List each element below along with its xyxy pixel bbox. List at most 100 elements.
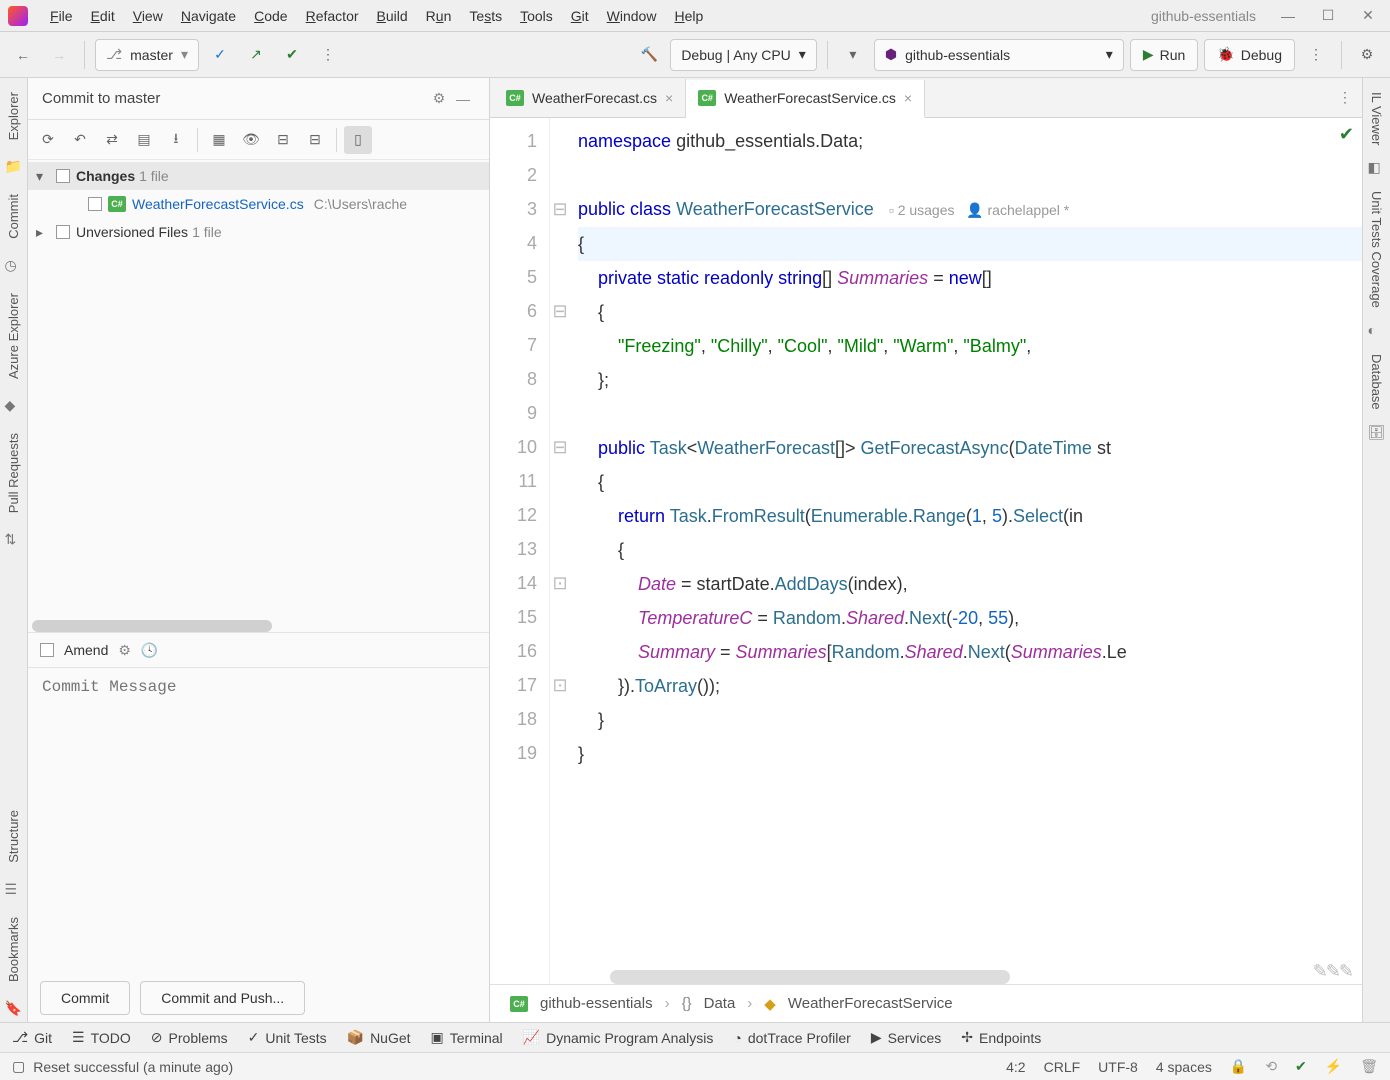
vcs-more-button[interactable]: ⋮ [313,40,343,70]
code-content[interactable]: namespace github_essentials.Data; public… [570,118,1362,984]
readonly-icon[interactable]: 🔒 [1230,1058,1247,1075]
refresh-button[interactable]: ⟳ [34,126,62,154]
tool-services[interactable]: ▶Services [871,1029,941,1046]
folder-icon[interactable]: 📁 [5,158,23,176]
rollback-button[interactable]: ↶ [66,126,94,154]
tab-more-button[interactable]: ⋮ [1328,89,1362,106]
tab-weatherforecastservice[interactable]: C# WeatherForecastService.cs × [686,80,925,118]
tool-problems[interactable]: ⊘Problems [151,1029,228,1046]
tool-dottrace[interactable]: ◔dotTrace Profiler [733,1030,850,1046]
minimize-button[interactable]: — [1280,8,1296,24]
horizontal-scrollbar[interactable] [32,620,272,632]
menu-build[interactable]: Build [369,5,416,27]
close-tab-button[interactable]: × [665,90,673,106]
menu-help[interactable]: Help [666,5,711,27]
debug-button[interactable]: 🐞 Debug [1204,39,1295,71]
structure-icon[interactable]: ☰ [5,881,23,899]
tool-azure[interactable]: Azure Explorer [4,283,23,389]
cursor-position[interactable]: 4:2 [1006,1059,1025,1075]
build-button[interactable]: 🔨 [634,40,664,70]
tool-unit-tests[interactable]: ✓Unit Tests [248,1029,327,1046]
close-button[interactable]: ✕ [1360,8,1376,24]
menu-file[interactable]: File [42,5,81,27]
tool-dpa[interactable]: 📈Dynamic Program Analysis [523,1029,714,1046]
shelve-button[interactable]: ⭳ [162,126,190,154]
tool-unit-tests-coverage[interactable]: Unit Tests Coverage [1367,181,1386,318]
run-config[interactable]: ⬢ github-essentials ▾ [874,39,1124,71]
show-diff-button[interactable]: ⇄ [98,126,126,154]
menu-code[interactable]: Code [246,5,295,27]
panel-settings-button[interactable]: ⚙ [427,87,451,111]
view-button[interactable]: 👁 [237,126,265,154]
memory-icon[interactable]: ⚡ [1325,1058,1342,1075]
breadcrumb-namespace[interactable]: Data [704,995,736,1012]
tool-pull-requests[interactable]: Pull Requests [4,423,23,523]
vcs-commit-button[interactable]: ✔ [277,40,307,70]
nav-forward-button[interactable]: → [44,40,74,70]
vcs-push-button[interactable]: ↗ [241,40,271,70]
menu-edit[interactable]: Edit [83,5,123,27]
breadcrumb-root[interactable]: github-essentials [540,995,653,1012]
tool-bookmarks[interactable]: Bookmarks [4,907,23,992]
changelist-button[interactable]: ▤ [130,126,158,154]
branch-selector[interactable]: ⎇ master ▾ [95,39,199,71]
run-target-button[interactable]: ▾ [838,40,868,70]
editor-horizontal-scrollbar[interactable] [610,970,1010,984]
nav-back-button[interactable]: ← [8,40,38,70]
tool-git[interactable]: ⎇Git [12,1029,52,1046]
pull-request-icon[interactable]: ⇅ [5,531,23,549]
tool-explorer[interactable]: Explorer [4,82,23,150]
tool-structure[interactable]: Structure [4,800,23,873]
tool-nuget[interactable]: 📦NuGet [347,1029,411,1046]
collapse-button[interactable]: ⊟ [301,126,329,154]
menu-window[interactable]: Window [599,5,665,27]
tool-terminal[interactable]: ▣Terminal [431,1029,503,1046]
inspection-ok-icon[interactable]: ✔ [1339,124,1354,145]
fold-gutter[interactable]: ⊟ ⊟ ⊟ ⊡ ⊡ [550,118,570,984]
changed-file-row[interactable]: C# WeatherForecastService.cs C:\Users\ra… [28,190,489,218]
coverage-icon[interactable]: ◐ [1368,322,1386,340]
unversioned-checkbox[interactable] [56,225,70,239]
history-icon[interactable]: 🕓 [141,642,158,659]
panel-minimize-button[interactable]: — [451,87,475,111]
unversioned-node[interactable]: ▸ Unversioned Files1 file [28,218,489,246]
bookmark-icon[interactable]: 🔖 [5,1000,23,1018]
tool-commit[interactable]: Commit [4,184,23,249]
preview-button[interactable]: ▯ [344,126,372,154]
encoding[interactable]: UTF-8 [1098,1059,1138,1075]
tool-il-viewer[interactable]: IL Viewer [1367,82,1386,155]
vcs-update-button[interactable]: ✓ [205,40,235,70]
maximize-button[interactable]: ☐ [1320,8,1336,24]
expand-button[interactable]: ⊟ [269,126,297,154]
changes-node[interactable]: ▾ Changes1 file [28,162,489,190]
tool-todo[interactable]: ☰TODO [72,1029,131,1046]
inspections-icon[interactable]: ✔ [1295,1058,1307,1075]
file-checkbox[interactable] [88,197,102,211]
line-separator[interactable]: CRLF [1044,1059,1081,1075]
commit-button[interactable]: Commit [40,981,130,1015]
commit-message-input[interactable] [42,678,475,964]
code-editor[interactable]: 12345678910111213141516171819 ⊟ ⊟ ⊟ ⊡ ⊡ … [490,118,1362,984]
gear-icon[interactable]: ⚙ [118,642,131,659]
menu-view[interactable]: View [125,5,171,27]
commit-and-push-button[interactable]: Commit and Push... [140,981,305,1015]
menu-tests[interactable]: Tests [461,5,510,27]
run-button[interactable]: ▶ Run [1130,39,1198,71]
more-run-button[interactable]: ⋮ [1301,40,1331,70]
azure-icon[interactable]: ◆ [5,397,23,415]
pencil-icons[interactable]: ✎✎✎ [1313,961,1352,982]
changes-checkbox[interactable] [56,169,70,183]
close-tab-button[interactable]: × [904,90,912,106]
settings-button[interactable]: ⚙ [1352,40,1382,70]
database-icon[interactable]: 🗄 [1368,424,1386,442]
menu-navigate[interactable]: Navigate [173,5,244,27]
il-icon[interactable]: ◧ [1368,159,1386,177]
group-button[interactable]: ▦ [205,126,233,154]
solution-config[interactable]: Debug | Any CPU ▾ [670,39,817,71]
tool-database[interactable]: Database [1367,344,1386,420]
commit-icon[interactable]: ◷ [5,257,23,275]
breadcrumb-class[interactable]: WeatherForecastService [788,995,953,1012]
tab-weatherforecast[interactable]: C# WeatherForecast.cs × [494,79,686,117]
indent[interactable]: 4 spaces [1156,1059,1212,1075]
tool-endpoints[interactable]: ✢Endpoints [961,1029,1041,1046]
